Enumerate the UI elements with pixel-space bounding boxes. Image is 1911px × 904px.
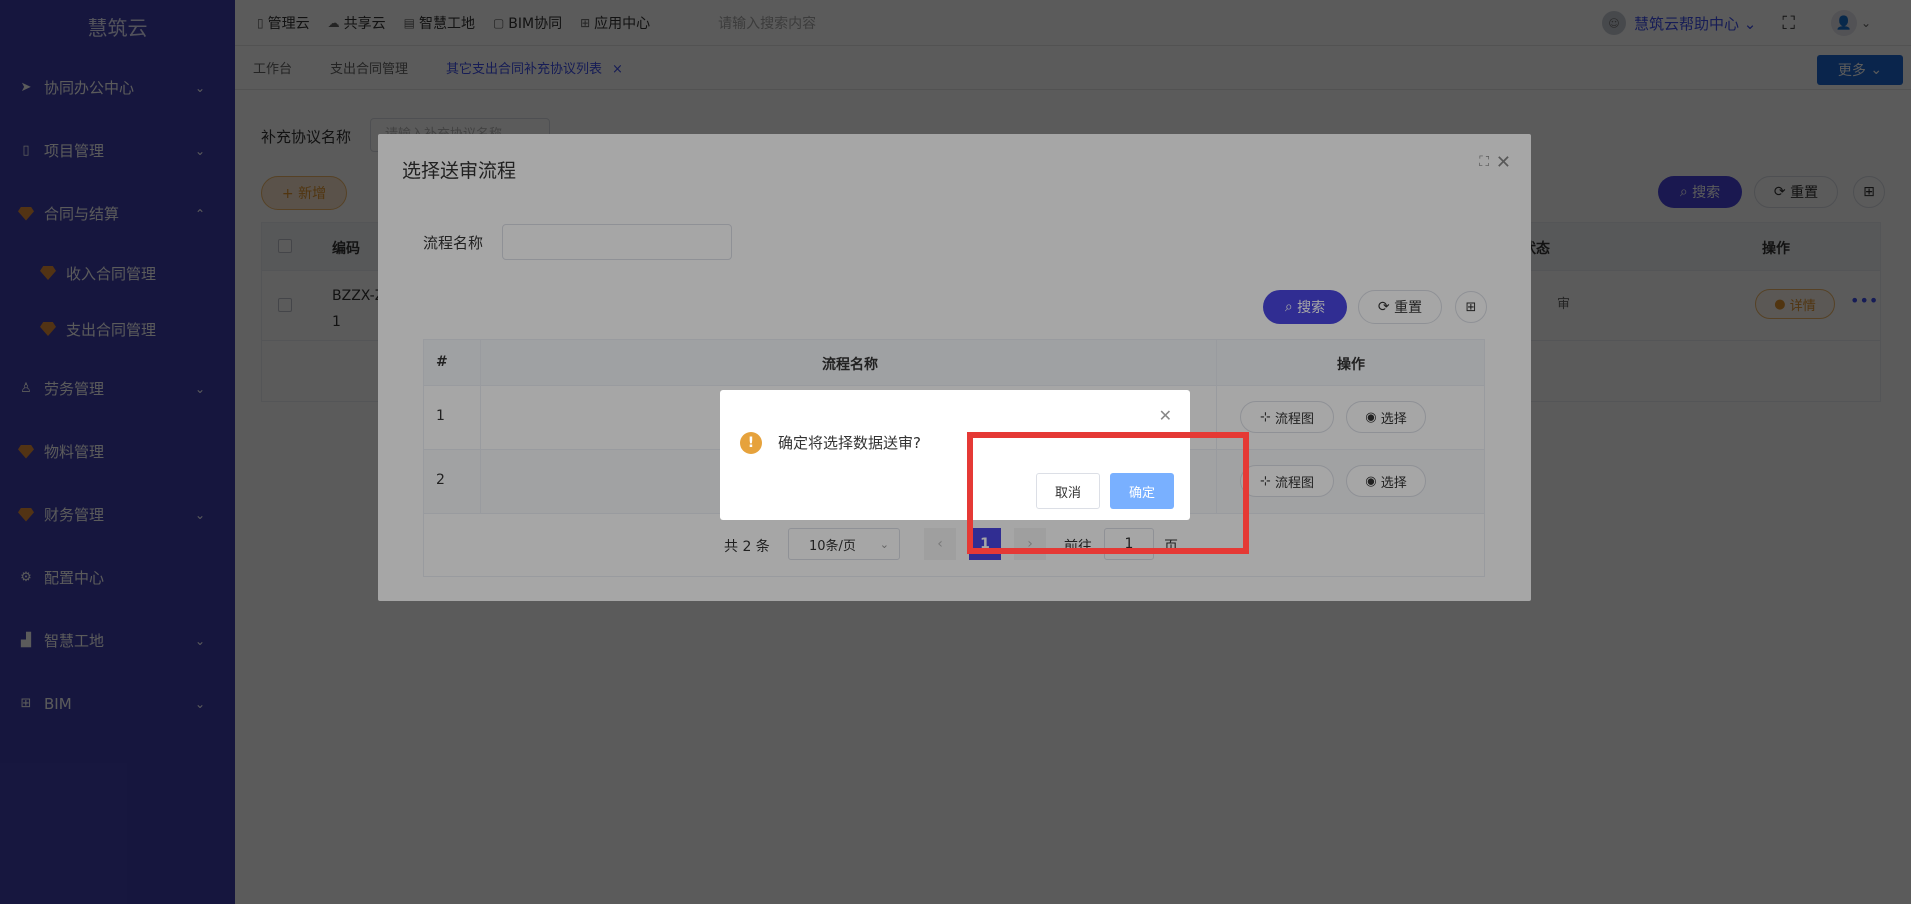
warning-icon: ! — [740, 432, 762, 454]
close-icon[interactable]: ✕ — [1159, 406, 1172, 425]
confirm-message: 确定将选择数据送审? — [778, 434, 921, 452]
highlight-box — [967, 432, 1249, 554]
